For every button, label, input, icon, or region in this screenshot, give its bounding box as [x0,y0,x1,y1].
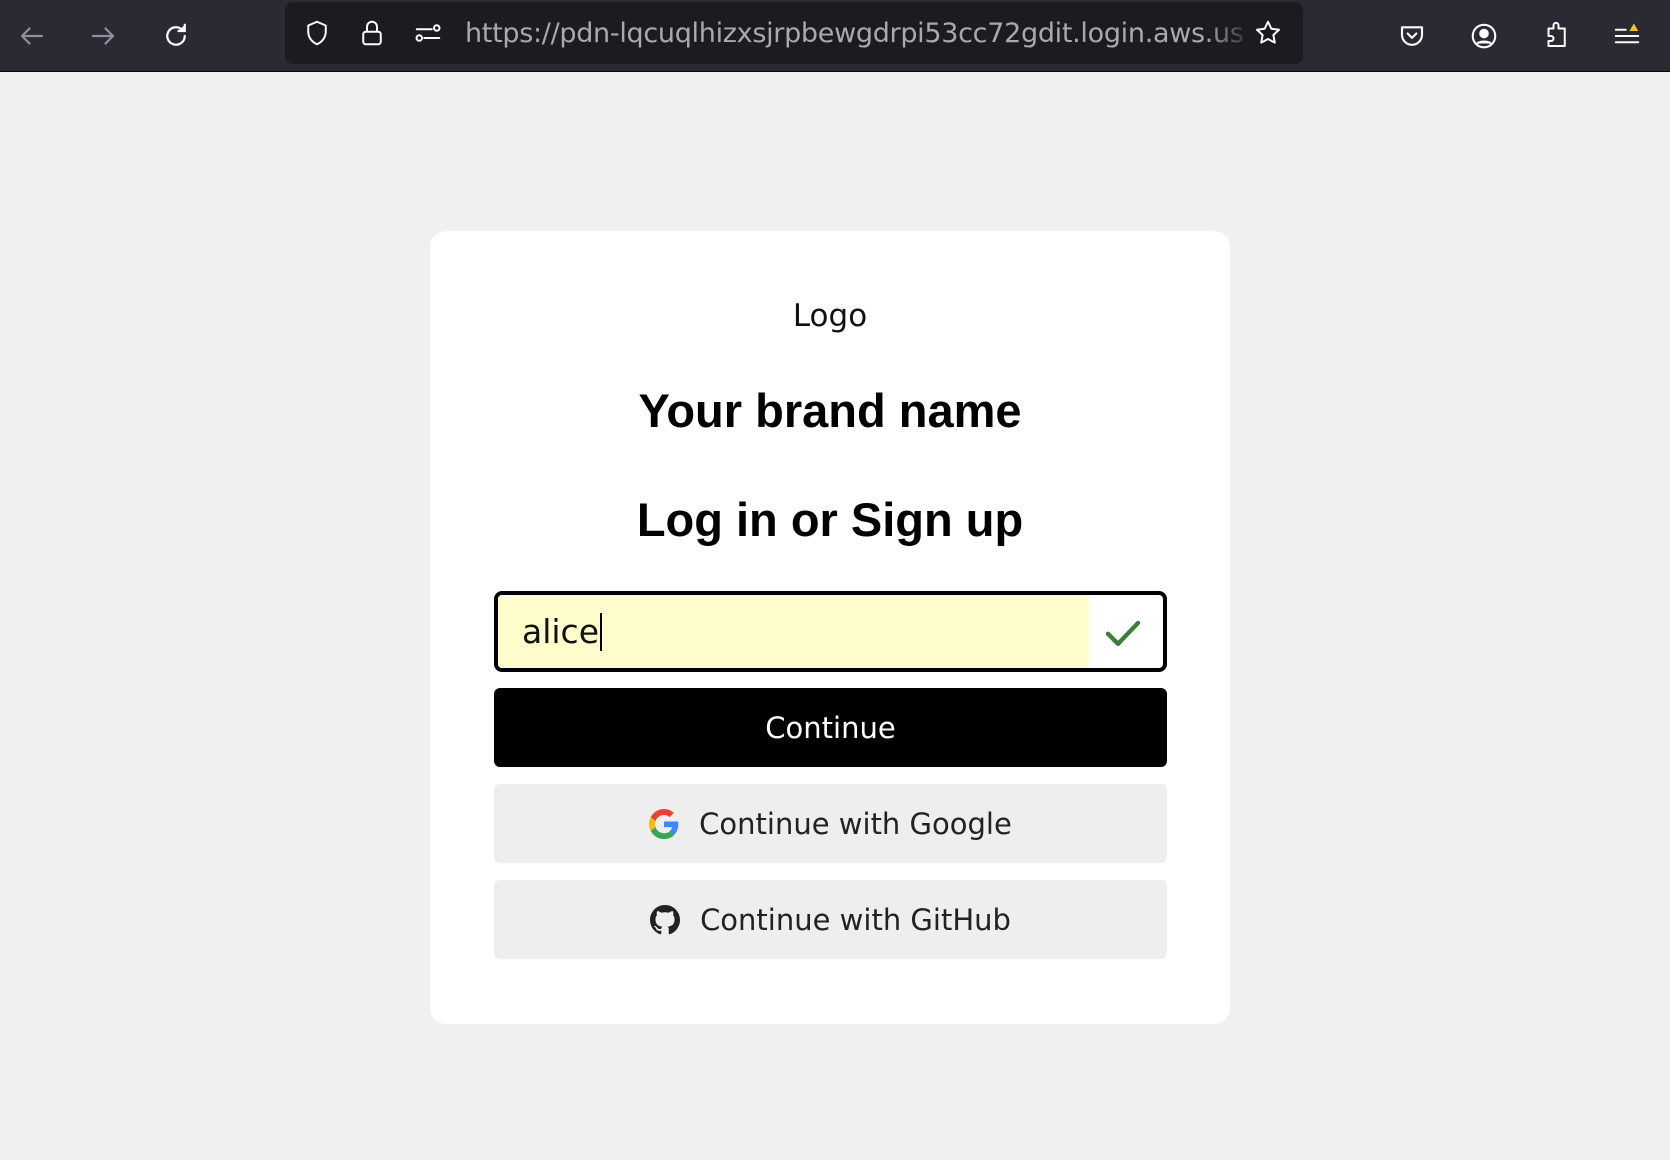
username-input[interactable]: alice [522,595,1082,668]
url-bar[interactable]: https://pdn-lqcuqlhizxsjrpbewgdrpi53cc72… [285,2,1303,64]
permissions-button[interactable] [410,15,446,51]
brand-name: Your brand name [638,384,1022,437]
continue-label: Continue [765,710,896,745]
menu-icon [1614,23,1640,44]
logo: Logo [792,298,868,334]
extensions-button[interactable] [1534,14,1578,58]
checkmark-icon [1105,620,1141,646]
google-label: Continue with Google [699,806,1012,841]
reload-button[interactable] [154,14,198,58]
page-title: Log in or Sign up [636,493,1024,546]
pocket-icon [1400,26,1424,46]
sliders-icon [415,24,441,42]
continue-with-google-button[interactable]: Continue with Google [494,784,1167,863]
username-field[interactable]: alice [494,591,1167,672]
lock-icon [362,20,382,46]
forward-button[interactable] [81,14,125,58]
github-label: Continue with GitHub [700,902,1011,937]
app-menu-button[interactable] [1605,14,1649,58]
tracking-protection-button[interactable] [299,15,335,51]
reload-icon [166,23,186,46]
account-icon [1471,23,1497,49]
browser-toolbar: https://pdn-lqcuqlhizxsjrpbewgdrpi53cc72… [0,0,1670,72]
continue-button[interactable]: Continue [494,688,1167,767]
puzzle-icon [1547,21,1566,47]
url-text[interactable]: https://pdn-lqcuqlhizxsjrpbewgdrpi53cc72… [465,17,1245,51]
star-icon [1256,20,1280,44]
url-fade [1205,12,1255,56]
google-icon [649,808,679,839]
github-icon [650,904,681,935]
shield-icon [307,20,327,46]
back-button[interactable] [10,14,54,58]
username-value: alice [522,612,600,651]
continue-with-github-button[interactable]: Continue with GitHub [494,880,1167,959]
arrow-right-icon [91,27,115,45]
account-button[interactable] [1462,14,1506,58]
bookmark-button[interactable] [1250,15,1286,51]
text-caret [600,612,603,651]
site-security-button[interactable] [354,15,390,51]
login-card: Logo Your brand name Log in or Sign up a… [430,231,1230,1024]
arrow-left-icon [20,27,44,45]
pocket-button[interactable] [1390,14,1434,58]
